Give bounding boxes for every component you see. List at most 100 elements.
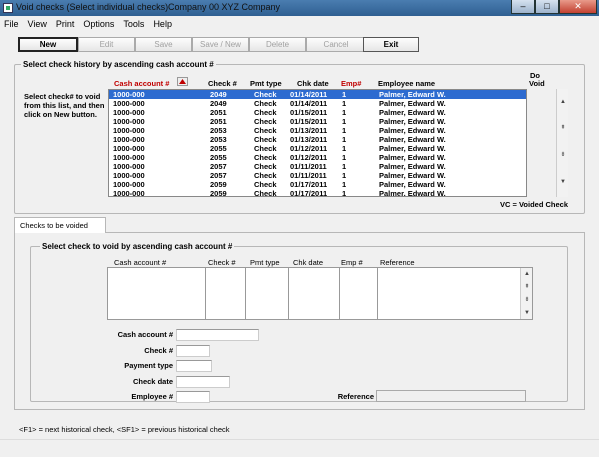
edit-button[interactable]: Edit <box>78 37 135 52</box>
table-row[interactable]: 1000-000 2051 Check 01/15/2011 1 Palmer, Edwa… <box>109 117 526 126</box>
cell-pmt-type: Check <box>254 108 277 117</box>
void-col-chk-date[interactable]: Chk date <box>293 258 323 267</box>
minimize-button[interactable]: – <box>511 0 535 14</box>
cell-emp: 1 <box>342 99 347 108</box>
cell-cash-account: 1000-000 <box>113 99 145 108</box>
menu-tools[interactable]: Tools <box>123 19 144 29</box>
title-bar: Void checks (Select individual checks) C… <box>0 0 599 16</box>
reference-label: Reference <box>337 392 374 401</box>
app-icon <box>3 3 13 13</box>
void-col-cash-account[interactable]: Cash account # <box>114 258 166 267</box>
cell-check: 2053 <box>210 135 227 144</box>
history-scrollbar[interactable]: ▲ ⇞ ⇟ ▼ <box>556 89 568 197</box>
void-col-reference[interactable]: Reference <box>380 258 415 267</box>
cell-check: 2049 <box>210 99 227 108</box>
table-row[interactable]: 1000-000 2053 Check 01/13/2011 1 Palmer, Edwa… <box>109 126 526 135</box>
check-date-label: Check date <box>132 377 173 386</box>
cell-pmt-type: Check <box>254 180 277 189</box>
close-button[interactable]: ✕ <box>559 0 597 14</box>
col-emp[interactable]: Emp# <box>341 79 361 88</box>
history-hint: Select check# to void from this list, an… <box>24 92 105 119</box>
cell-chk-date: 01/13/2011 <box>290 126 328 135</box>
status-bar <box>0 439 599 457</box>
exit-button[interactable]: Exit <box>363 37 419 52</box>
table-row[interactable]: 1000-000 2057 Check 01/11/2011 1 Palmer, Edwa… <box>109 171 526 180</box>
table-row[interactable]: 1000-000 2055 Check 01/12/2011 1 Palmer, Edwa… <box>109 153 526 162</box>
table-row[interactable]: 1000-000 2055 Check 01/12/2011 1 Palmer, Edwa… <box>109 144 526 153</box>
cell-employee-name: Palmer, Edward W. <box>379 90 446 99</box>
toolbar: New Edit Save Save / New Delete Cancel E… <box>0 32 599 56</box>
reference-field[interactable] <box>376 390 526 402</box>
scroll-down-icon[interactable]: ▼ <box>557 177 569 187</box>
cell-cash-account: 1000-000 <box>113 90 145 99</box>
col-pmt-type[interactable]: Pmt type <box>250 79 282 88</box>
table-row[interactable]: 1000-000 2059 Check 01/17/2011 1 Palmer, Edwa… <box>109 189 526 197</box>
payment-type-field[interactable] <box>176 360 212 372</box>
void-page-down-icon[interactable]: ⇟ <box>521 295 533 305</box>
menu-file[interactable]: File <box>4 19 19 29</box>
cell-chk-date: 01/17/2011 <box>290 189 328 197</box>
voided-legend: VC = Voided Check <box>500 200 569 209</box>
cell-emp: 1 <box>342 126 347 135</box>
history-list[interactable]: 1000-000 2049 Check 01/14/2011 1 Palmer, Edwa… <box>108 89 527 197</box>
void-col-emp[interactable]: Emp # <box>341 258 363 267</box>
menu-view[interactable]: View <box>28 19 47 29</box>
cell-cash-account: 1000-000 <box>113 189 145 197</box>
table-row[interactable]: 1000-000 2049 Check 01/14/2011 1 Palmer, Edwa… <box>109 99 526 108</box>
cell-cash-account: 1000-000 <box>113 126 145 135</box>
cash-account-field[interactable] <box>176 329 259 341</box>
void-page-up-icon[interactable]: ⇞ <box>521 282 533 292</box>
page-up-icon[interactable]: ⇞ <box>557 123 569 133</box>
check-date-field[interactable] <box>176 376 230 388</box>
cell-employee-name: Palmer, Edward W. <box>379 135 446 144</box>
col-employee-name[interactable]: Employee name <box>378 79 435 88</box>
cancel-button[interactable]: Cancel <box>306 37 366 52</box>
cell-employee-name: Palmer, Edward W. <box>379 117 446 126</box>
void-scroll-down-icon[interactable]: ▼ <box>521 308 533 318</box>
col-do-void-bottom[interactable]: Void <box>529 79 545 88</box>
save-button[interactable]: Save <box>135 37 192 52</box>
cell-check: 2057 <box>210 162 227 171</box>
table-row[interactable]: 1000-000 2051 Check 01/15/2011 1 Palmer, Edwa… <box>109 108 526 117</box>
employee-field[interactable] <box>176 391 210 403</box>
table-row[interactable]: 1000-000 2053 Check 01/13/2011 1 Palmer, Edwa… <box>109 135 526 144</box>
window-controls: – □ ✕ <box>511 0 597 16</box>
table-row[interactable]: 1000-000 2059 Check 01/17/2011 1 Palmer, Edwa… <box>109 180 526 189</box>
void-list[interactable]: ▲ ⇞ ⇟ ▼ <box>107 267 533 320</box>
cell-check: 2053 <box>210 126 227 135</box>
void-list-scrollbar[interactable]: ▲ ⇞ ⇟ ▼ <box>520 268 532 319</box>
cell-cash-account: 1000-000 <box>113 144 145 153</box>
menu-help[interactable]: Help <box>153 19 172 29</box>
menu-print[interactable]: Print <box>56 19 75 29</box>
history-group-title: Select check history by ascending cash a… <box>21 60 216 69</box>
cell-check: 2049 <box>210 90 227 99</box>
void-col-pmt-type[interactable]: Pmt type <box>250 258 280 267</box>
cell-chk-date: 01/15/2011 <box>290 108 328 117</box>
cell-emp: 1 <box>342 90 347 99</box>
cell-employee-name: Palmer, Edward W. <box>379 99 446 108</box>
void-group-title: Select check to void by ascending cash a… <box>40 242 235 251</box>
scroll-up-icon[interactable]: ▲ <box>557 97 569 107</box>
cell-cash-account: 1000-000 <box>113 117 145 126</box>
new-button[interactable]: New <box>18 37 78 52</box>
delete-button[interactable]: Delete <box>249 37 306 52</box>
cell-chk-date: 01/14/2011 <box>290 90 328 99</box>
void-col-divider <box>340 268 378 319</box>
col-cash-account[interactable]: Cash account # <box>114 79 169 88</box>
maximize-button[interactable]: □ <box>535 0 559 14</box>
void-col-check[interactable]: Check # <box>208 258 236 267</box>
table-row[interactable]: 1000-000 2049 Check 01/14/2011 1 Palmer, Edwa… <box>109 90 526 99</box>
sort-arrow-icon[interactable] <box>177 77 188 86</box>
col-check[interactable]: Check # <box>208 79 237 88</box>
tab-checks-to-be-voided[interactable]: Checks to be voided <box>14 217 106 233</box>
page-down-icon[interactable]: ⇟ <box>557 150 569 160</box>
cell-employee-name: Palmer, Edward W. <box>379 171 446 180</box>
table-row[interactable]: 1000-000 2057 Check 01/11/2011 1 Palmer, Edwa… <box>109 162 526 171</box>
check-field[interactable] <box>176 345 210 357</box>
void-scroll-up-icon[interactable]: ▲ <box>521 269 533 279</box>
col-chk-date[interactable]: Chk date <box>297 79 329 88</box>
cash-account-label: Cash account # <box>117 330 173 339</box>
menu-options[interactable]: Options <box>83 19 114 29</box>
cell-pmt-type: Check <box>254 153 277 162</box>
save-new-button[interactable]: Save / New <box>192 37 249 52</box>
